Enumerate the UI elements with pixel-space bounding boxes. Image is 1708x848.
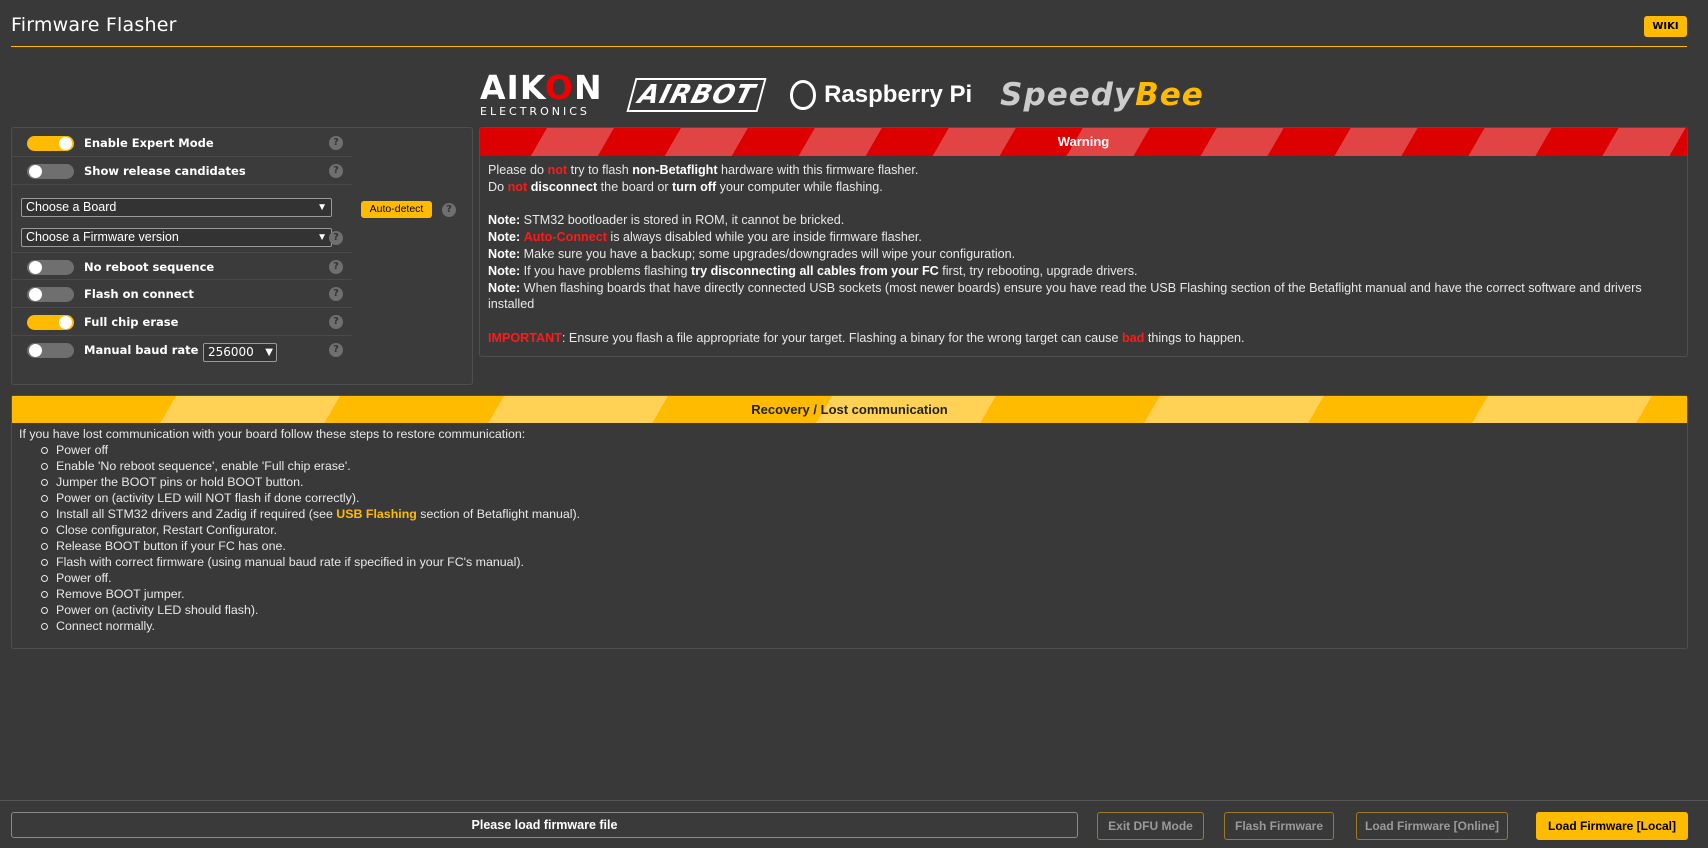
help-icon[interactable]: ?	[329, 343, 343, 357]
baud-rate-select[interactable]: 256000 ▼	[203, 343, 277, 362]
page-title: Firmware Flasher	[11, 14, 177, 36]
help-icon[interactable]: ?	[442, 203, 456, 217]
help-icon[interactable]: ?	[329, 315, 343, 329]
option-no-reboot: No reboot sequence ?	[12, 252, 352, 280]
warning-text: Please do not try to flash non-Betafligh…	[488, 163, 1642, 345]
flash-on-connect-toggle[interactable]	[27, 287, 74, 302]
aikon-logo: AIKON ELECTRONICS	[480, 68, 603, 118]
list-item: Close configurator, Restart Configurator…	[41, 522, 1680, 538]
list-item: Power on (activity LED should flash).	[41, 602, 1680, 618]
flash-progress-bar: Please load firmware file	[11, 812, 1078, 838]
speedybee-logo: Speedy Bee	[1000, 77, 1204, 113]
firmware-version-select[interactable]: Choose a Firmware version ▼	[21, 228, 332, 247]
help-icon[interactable]: ?	[329, 260, 343, 274]
help-icon[interactable]: ?	[329, 231, 343, 245]
expert-mode-toggle[interactable]	[27, 136, 74, 151]
page-header: Firmware Flasher WIKI	[11, 14, 1687, 47]
list-item: Flash with correct firmware (using manua…	[41, 554, 1680, 570]
option-manual-baud: Manual baud rate ?	[12, 336, 352, 364]
sponsor-logos: AIKON ELECTRONICS AIRBOT Raspberry Pi Sp…	[480, 70, 1220, 120]
help-icon[interactable]: ?	[329, 136, 343, 150]
option-expert-mode: Enable Expert Mode ?	[12, 129, 352, 157]
auto-detect-button[interactable]: Auto-detect	[361, 201, 432, 218]
recovery-panel: Recovery / Lost communication If you hav…	[11, 395, 1688, 649]
full-chip-erase-toggle[interactable]	[27, 315, 74, 330]
manual-baud-toggle[interactable]	[27, 343, 74, 358]
list-item: Power off	[41, 442, 1680, 458]
list-item: Jumper the BOOT pins or hold BOOT button…	[41, 474, 1680, 490]
flash-options-panel: Enable Expert Mode ? Show release candid…	[11, 127, 473, 385]
chevron-down-icon: ▼	[317, 232, 327, 243]
exit-dfu-button[interactable]: Exit DFU Mode	[1097, 812, 1204, 840]
list-item: Enable 'No reboot sequence', enable 'Ful…	[41, 458, 1680, 474]
list-item: Install all STM32 drivers and Zadig if r…	[41, 506, 1680, 522]
help-icon[interactable]: ?	[329, 287, 343, 301]
footer-toolbar: Please load firmware file Exit DFU Mode …	[0, 800, 1708, 848]
option-full-chip-erase: Full chip erase ?	[12, 308, 352, 336]
option-release-candidates: Show release candidates ?	[12, 157, 352, 185]
raspberry-icon	[790, 80, 817, 110]
release-candidates-toggle[interactable]	[27, 164, 74, 179]
chevron-down-icon: ▼	[317, 202, 327, 213]
wiki-button[interactable]: WIKI	[1644, 16, 1687, 37]
load-firmware-online-button[interactable]: Load Firmware [Online]	[1356, 812, 1508, 840]
recovery-title: Recovery / Lost communication	[12, 396, 1687, 423]
option-flash-on-connect: Flash on connect ?	[12, 280, 352, 308]
recovery-steps: If you have lost communication with your…	[12, 423, 1687, 637]
no-reboot-toggle[interactable]	[27, 260, 74, 275]
list-item: Power off.	[41, 570, 1680, 586]
list-item: Release BOOT button if your FC has one.	[41, 538, 1680, 554]
warning-panel: Warning Please do not try to flash non-B…	[479, 127, 1688, 357]
board-select[interactable]: Choose a Board ▼	[21, 198, 332, 217]
list-item: Power on (activity LED will NOT flash if…	[41, 490, 1680, 506]
airbot-logo: AIRBOT	[626, 78, 767, 112]
raspberry-pi-logo: Raspberry Pi	[790, 80, 972, 110]
list-item: Remove BOOT jumper.	[41, 586, 1680, 602]
chevron-down-icon: ▼	[265, 347, 273, 358]
list-item: Connect normally.	[41, 618, 1680, 634]
flash-firmware-button[interactable]: Flash Firmware	[1224, 812, 1334, 840]
warning-title: Warning	[480, 128, 1687, 156]
load-firmware-local-button[interactable]: Load Firmware [Local]	[1536, 812, 1688, 840]
usb-flashing-link[interactable]: USB Flashing	[336, 507, 417, 521]
help-icon[interactable]: ?	[329, 164, 343, 178]
